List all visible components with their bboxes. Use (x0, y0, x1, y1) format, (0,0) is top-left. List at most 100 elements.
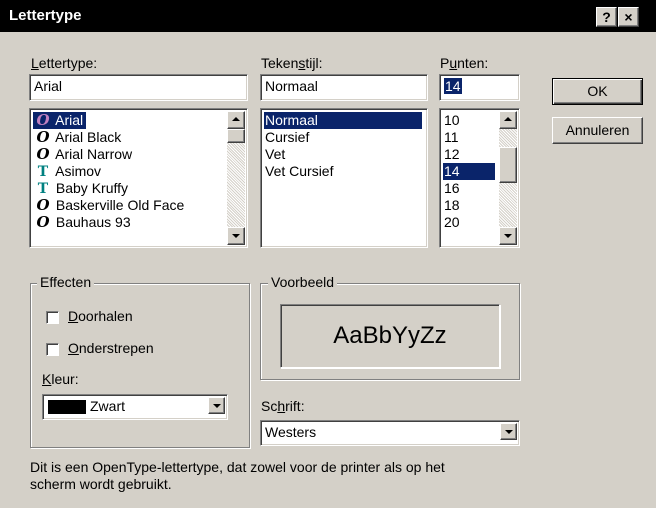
font-list[interactable]: O Arial O Arial Black O Arial Narrow T Asim… (29, 108, 248, 248)
style-input[interactable]: Normaal (260, 74, 428, 101)
size-input[interactable]: 14 (439, 74, 520, 101)
font-list-item[interactable]: O Arial Narrow (33, 146, 135, 163)
opentype-icon: O (36, 196, 50, 214)
font-list-item-label: Arial Black (52, 129, 122, 145)
size-list-item[interactable]: 10 (443, 112, 495, 129)
truetype-icon: T (37, 164, 49, 180)
font-scroll-up-button[interactable] (227, 111, 245, 129)
strikeout-label-accel: D (68, 308, 79, 324)
color-select-value: Zwart (90, 398, 125, 414)
font-list-item[interactable]: T Baby Kruffy (33, 180, 131, 197)
font-list-scrollbar[interactable] (227, 111, 245, 245)
size-label: Punten: (440, 55, 488, 71)
size-scroll-down-button[interactable] (499, 227, 517, 245)
size-scroll-up-button[interactable] (499, 111, 517, 129)
color-label-rest: leur: (51, 371, 79, 387)
style-list-item[interactable]: Cursief (264, 129, 422, 146)
effects-title: Effecten (37, 274, 95, 290)
size-list-item[interactable]: 16 (443, 180, 495, 197)
color-label: Kleur: (42, 371, 79, 387)
script-label-part1: Sc (261, 398, 278, 414)
opentype-icon: O (36, 213, 50, 231)
style-label: Tekenstijl: (261, 55, 322, 71)
size-list-item[interactable]: 12 (443, 146, 495, 163)
style-label-part2: tijl: (305, 55, 323, 71)
size-scroll-thumb[interactable] (499, 147, 517, 183)
opentype-icon: O (36, 145, 50, 163)
style-input-value: Normaal (265, 78, 318, 94)
font-list-item-label: Bauhaus 93 (52, 214, 131, 230)
strikeout-label[interactable]: Doorhalen (68, 308, 133, 324)
script-label-accel: h (277, 398, 286, 414)
font-scroll-down-button[interactable] (227, 227, 245, 245)
arrow-up-icon (504, 117, 512, 121)
script-dropdown-button[interactable] (500, 423, 517, 440)
size-list-item[interactable]: 20 (443, 214, 495, 231)
size-list-scrollbar[interactable] (499, 111, 517, 245)
arrow-up-icon (232, 117, 240, 121)
arrow-down-icon (232, 234, 240, 238)
ok-button[interactable]: OK (552, 78, 643, 105)
font-list-item[interactable]: T Asimov (33, 163, 104, 180)
script-select[interactable]: Westers (260, 420, 520, 446)
title-bar (0, 0, 656, 32)
style-list[interactable]: Normaal Cursief Vet Vet Cursief (260, 108, 428, 248)
window-title: Lettertype (9, 7, 82, 24)
font-description-line1: Dit is een OpenType-lettertype, dat zowe… (30, 459, 445, 475)
color-label-accel: K (42, 371, 52, 387)
size-label-part1: P (440, 55, 450, 71)
underline-label-rest: nderstrepen (78, 340, 154, 356)
strikeout-checkbox[interactable] (46, 311, 59, 324)
size-list-item[interactable]: 18 (443, 197, 495, 214)
font-label-rest: ettertype: (38, 55, 98, 71)
underline-label-accel: O (68, 340, 79, 356)
color-select[interactable]: Zwart (42, 394, 228, 420)
style-label-part1: Teken (261, 55, 299, 71)
preview-title: Voorbeeld (268, 274, 338, 290)
font-description-line2: scherm wordt gebruikt. (30, 476, 172, 492)
size-list-item[interactable]: 11 (443, 129, 495, 146)
close-button[interactable]: × (618, 7, 639, 27)
font-list-item-label: Asimov (52, 163, 102, 179)
script-label: Schrift: (261, 398, 305, 414)
size-list[interactable]: 10 11 12 14 16 18 20 (439, 108, 520, 248)
color-dropdown-button[interactable] (208, 397, 225, 414)
effects-group (30, 283, 250, 448)
font-list-item[interactable]: O Arial (33, 111, 87, 129)
cancel-button[interactable]: Annuleren (552, 117, 643, 144)
underline-label[interactable]: Onderstrepen (68, 340, 154, 356)
chevron-down-icon (213, 404, 221, 408)
underline-checkbox[interactable] (46, 343, 59, 356)
size-label-part2: nten: (457, 55, 489, 71)
style-list-item[interactable]: Vet (264, 146, 422, 163)
size-label-accel: u (449, 55, 458, 71)
font-list-item-label: Baby Kruffy (52, 180, 129, 196)
opentype-icon: O (36, 111, 50, 129)
font-list-item-label: Baskerville Old Face (52, 197, 185, 213)
arrow-down-icon (504, 234, 512, 238)
font-list-item-label: Arial Narrow (52, 146, 133, 162)
strikeout-label-rest: oorhalen (78, 308, 133, 324)
font-list-item-label: Arial (52, 112, 84, 128)
font-list-item[interactable]: O Arial Black (33, 129, 124, 146)
font-description: Dit is een OpenType-lettertype, dat zowe… (30, 459, 445, 493)
font-list-item[interactable]: O Bauhaus 93 (33, 214, 134, 231)
size-list-item[interactable]: 14 (443, 163, 495, 180)
font-input-value: Arial (34, 78, 63, 94)
chevron-down-icon (505, 430, 513, 434)
script-select-value: Westers (265, 424, 317, 440)
font-scroll-thumb[interactable] (227, 129, 245, 143)
size-input-value: 14 (444, 78, 462, 94)
color-swatch (48, 400, 86, 414)
font-input[interactable]: Arial (29, 74, 248, 101)
style-list-item[interactable]: Vet Cursief (264, 163, 422, 180)
font-list-item[interactable]: O Baskerville Old Face (33, 197, 187, 214)
style-list-item[interactable]: Normaal (264, 112, 422, 129)
preview-sample-box: AaBbYyZz (280, 304, 500, 368)
opentype-icon: O (36, 128, 50, 146)
font-label-accel: L (31, 55, 39, 71)
script-label-part2: rift: (285, 398, 305, 414)
font-label: Lettertype: (31, 55, 97, 71)
help-button[interactable]: ? (596, 7, 617, 27)
preview-sample-text: AaBbYyZz (333, 322, 447, 349)
